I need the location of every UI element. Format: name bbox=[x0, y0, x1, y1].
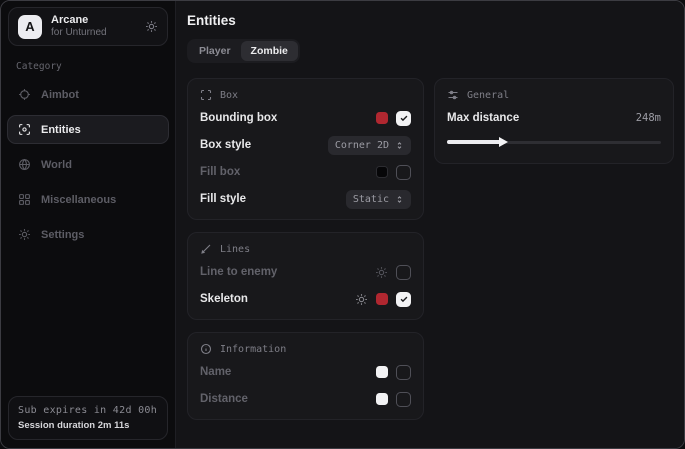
category-label: Category bbox=[16, 61, 175, 72]
sidebar-nav: Aimbot Entities World bbox=[1, 74, 175, 255]
setting-row-max-distance: Max distance 248m bbox=[447, 107, 661, 129]
checkbox-unchecked[interactable] bbox=[396, 392, 411, 407]
dropdown-value: Static bbox=[353, 194, 389, 205]
sidebar-item-aimbot[interactable]: Aimbot bbox=[7, 80, 169, 109]
setting-label: Box style bbox=[200, 139, 251, 151]
setting-row-skeleton: Skeleton bbox=[200, 288, 411, 310]
setting-row-bounding-box: Bounding box bbox=[200, 107, 411, 129]
unfold-icon bbox=[395, 195, 404, 204]
checkbox-checked[interactable] bbox=[396, 111, 411, 126]
sidebar-item-label: Settings bbox=[41, 229, 84, 241]
setting-label: Distance bbox=[200, 393, 248, 405]
setting-label: Fill box bbox=[200, 166, 240, 178]
setting-row-line-to-enemy: Line to enemy bbox=[200, 261, 411, 283]
color-swatch[interactable] bbox=[376, 166, 388, 178]
pencil-line-icon bbox=[200, 243, 212, 255]
sidebar-item-label: Miscellaneous bbox=[41, 194, 116, 206]
box-section-header: Box bbox=[200, 88, 411, 102]
box-corners-icon bbox=[200, 89, 212, 101]
grid-icon bbox=[18, 193, 31, 206]
section-title: Box bbox=[220, 90, 238, 101]
left-column: Box Bounding box bbox=[187, 78, 424, 420]
sidebar: A Arcane for Unturned Category bbox=[1, 1, 176, 448]
gear-icon[interactable] bbox=[375, 266, 388, 279]
color-swatch[interactable] bbox=[376, 366, 388, 378]
section-title: Information bbox=[220, 344, 286, 355]
color-swatch[interactable] bbox=[376, 112, 388, 124]
sidebar-item-label: World bbox=[41, 159, 72, 171]
sidebar-item-label: Entities bbox=[41, 124, 81, 136]
right-column: General Max distance 248m bbox=[434, 78, 674, 164]
tab-zombie[interactable]: Zombie bbox=[241, 41, 298, 61]
dropdown-value: Corner 2D bbox=[335, 140, 389, 151]
entities-scan-icon bbox=[18, 123, 31, 136]
app-title-block: Arcane for Unturned bbox=[51, 14, 107, 39]
setting-label: Max distance bbox=[447, 112, 519, 124]
setting-row-fill-box: Fill box bbox=[200, 161, 411, 183]
setting-row-fill-style: Fill style Static bbox=[200, 188, 411, 210]
tab-player[interactable]: Player bbox=[189, 41, 241, 61]
color-swatch[interactable] bbox=[376, 393, 388, 405]
box-style-dropdown[interactable]: Corner 2D bbox=[328, 136, 411, 155]
settings-content: Box Bounding box bbox=[187, 78, 674, 420]
sidebar-item-world[interactable]: World bbox=[7, 150, 169, 179]
information-section-header: Information bbox=[200, 342, 411, 356]
setting-row-box-style: Box style Corner 2D bbox=[200, 134, 411, 156]
general-section-header: General bbox=[447, 88, 661, 102]
box-section-card: Box Bounding box bbox=[187, 78, 424, 220]
app-name: Arcane bbox=[51, 14, 107, 27]
crosshair-icon bbox=[18, 88, 31, 101]
setting-row-name: Name bbox=[200, 361, 411, 383]
lines-section-card: Lines Line to enemy bbox=[187, 232, 424, 320]
info-icon bbox=[200, 343, 212, 355]
lines-section-header: Lines bbox=[200, 242, 411, 256]
main-panel: Entities Player Zombie Box bbox=[176, 1, 685, 448]
setting-label: Bounding box bbox=[200, 112, 277, 124]
gear-icon bbox=[18, 228, 31, 241]
sub-expiry-text: Sub expires in 42d 00h bbox=[18, 405, 158, 416]
slider-thumb-arrow-icon[interactable] bbox=[499, 137, 508, 147]
sidebar-item-label: Aimbot bbox=[41, 89, 79, 101]
checkbox-unchecked[interactable] bbox=[396, 365, 411, 380]
app-header-card: A Arcane for Unturned bbox=[8, 7, 168, 46]
sidebar-item-settings[interactable]: Settings bbox=[7, 220, 169, 249]
section-title: Lines bbox=[220, 244, 250, 255]
globe-icon bbox=[18, 158, 31, 171]
gear-icon[interactable] bbox=[355, 293, 368, 306]
checkbox-unchecked[interactable] bbox=[396, 165, 411, 180]
fill-style-dropdown[interactable]: Static bbox=[346, 190, 411, 209]
session-duration-text: Session duration 2m 11s bbox=[18, 420, 158, 431]
sidebar-item-entities[interactable]: Entities bbox=[7, 115, 169, 144]
subscription-card: Sub expires in 42d 00h Session duration … bbox=[8, 396, 168, 440]
setting-row-distance: Distance bbox=[200, 388, 411, 410]
setting-label: Skeleton bbox=[200, 293, 248, 305]
gear-icon[interactable] bbox=[145, 20, 158, 33]
page-title: Entities bbox=[187, 13, 674, 28]
setting-label: Fill style bbox=[200, 193, 246, 205]
unfold-icon bbox=[395, 141, 404, 150]
information-section-card: Information Name Distance bbox=[187, 332, 424, 420]
checkbox-checked[interactable] bbox=[396, 292, 411, 307]
app-subtitle: for Unturned bbox=[51, 27, 107, 39]
setting-label: Name bbox=[200, 366, 231, 378]
sliders-icon bbox=[447, 89, 459, 101]
section-title: General bbox=[467, 90, 509, 101]
app-window: A Arcane for Unturned Category bbox=[0, 0, 685, 449]
slider-value: 248m bbox=[636, 112, 661, 124]
general-section-card: General Max distance 248m bbox=[434, 78, 674, 164]
entity-type-tabs: Player Zombie bbox=[187, 39, 300, 63]
sidebar-item-miscellaneous[interactable]: Miscellaneous bbox=[7, 185, 169, 214]
color-swatch[interactable] bbox=[376, 293, 388, 305]
max-distance-slider[interactable] bbox=[447, 138, 661, 146]
slider-fill bbox=[447, 140, 501, 144]
checkbox-unchecked[interactable] bbox=[396, 265, 411, 280]
setting-label: Line to enemy bbox=[200, 266, 277, 278]
app-logo: A bbox=[18, 15, 42, 39]
